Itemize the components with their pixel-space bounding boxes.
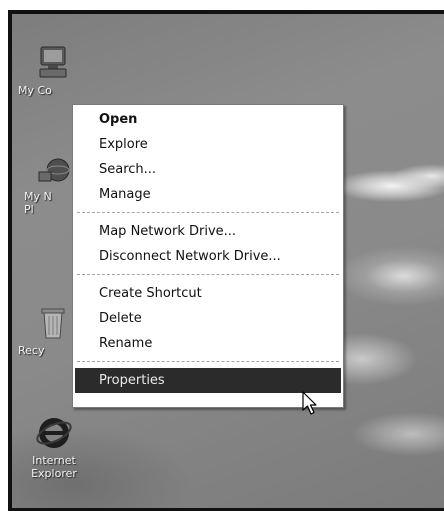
menu-item-rename[interactable]: Rename [73, 331, 343, 356]
menu-item-explore[interactable]: Explore [73, 132, 343, 157]
mouse-pointer-icon [302, 391, 317, 415]
screenshot-frame: My Co My N Pl Recy Internet Explorer Ope… [8, 10, 444, 511]
my-network-places-icon [38, 158, 70, 182]
desktop-icon-label: Internet Explorer [31, 454, 77, 480]
menu-item-create-shortcut[interactable]: Create Shortcut [73, 281, 343, 306]
menu-separator [77, 212, 339, 214]
menu-separator [77, 274, 339, 276]
menu-item-search[interactable]: Search... [73, 157, 343, 182]
desktop-icon-internet-explorer[interactable]: Internet Explorer [26, 414, 82, 480]
internet-explorer-icon [36, 418, 72, 448]
menu-item-open[interactable]: Open [73, 107, 343, 132]
desktop-icon-my-computer[interactable]: My Co [16, 42, 90, 97]
menu-item-properties[interactable]: Properties [75, 368, 341, 393]
menu-item-manage[interactable]: Manage [73, 182, 343, 207]
my-computer-icon [39, 46, 67, 78]
desktop[interactable]: My Co My N Pl Recy Internet Explorer Ope… [12, 14, 444, 508]
menu-item-disconnect-network-drive[interactable]: Disconnect Network Drive... [73, 244, 343, 269]
menu-item-map-network-drive[interactable]: Map Network Drive... [73, 219, 343, 244]
menu-separator [77, 361, 339, 363]
desktop-icon-label: My Co [18, 84, 52, 97]
recycle-bin-icon [41, 308, 65, 339]
menu-item-delete[interactable]: Delete [73, 306, 343, 331]
context-menu: Open Explore Search... Manage Map Networ… [72, 104, 344, 408]
